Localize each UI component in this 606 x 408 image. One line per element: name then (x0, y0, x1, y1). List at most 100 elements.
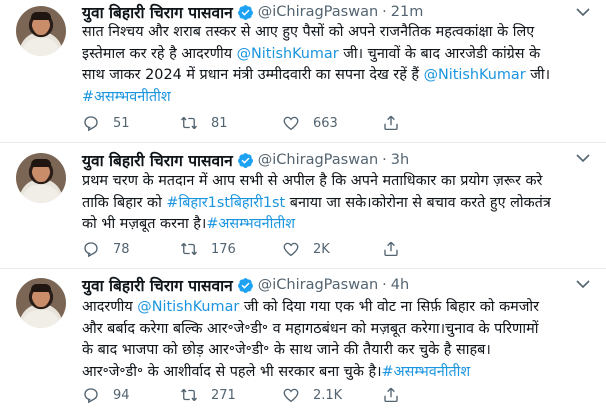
reply-button[interactable]: 94 (82, 386, 130, 404)
reply-count: 78 (113, 241, 130, 257)
tweet-actions: 94 271 2.1K (82, 385, 522, 405)
tweet-text-segment: के बाद भाजपा को छोड़ आर॰जे॰डी॰ के साथ जा… (82, 342, 491, 358)
avatar[interactable] (16, 6, 66, 56)
chevron-down-icon[interactable] (574, 5, 592, 19)
share-button[interactable] (382, 240, 400, 258)
tweet-text-segment: आदरणीय (82, 299, 138, 315)
tweet-text-line: आर॰जे॰डी॰ के आशीर्वाद से पहले भी सरकार ब… (82, 362, 594, 384)
chevron-down-icon[interactable] (574, 151, 592, 165)
like-icon (283, 388, 299, 403)
reply-button[interactable]: 51 (82, 114, 130, 132)
tweet[interactable]: युवा बिहारी चिराग पासवान @iChiragPaswan … (0, 143, 606, 269)
tweet-text-segment: को भी मज़बूत करना है। (82, 216, 207, 232)
avatar-hair (31, 159, 51, 167)
tweet-text-line: प्रथम चरण के मतदान में आप सभी से अपील है… (82, 171, 594, 193)
reply-icon (84, 116, 98, 132)
tweet-text-line: सात निश्चय और शराब तस्कर से आए हुए पैसों… (82, 22, 594, 44)
mention-link[interactable]: @NitishKumar (137, 299, 239, 315)
like-button[interactable]: 2.1K (282, 386, 342, 404)
author-handle[interactable]: @iChiragPaswan (258, 4, 378, 20)
separator-dot: · (382, 277, 387, 293)
tweet-actions: 51 81 663 (82, 113, 522, 133)
avatar-body (22, 38, 60, 56)
tweet-text-line: को भी मज़बूत करना है।#असम्भवनीतीश (82, 214, 594, 236)
tweet-text: प्रथम चरण के मतदान में आप सभी से अपील है… (82, 171, 594, 236)
retweet-button[interactable]: 81 (180, 114, 228, 132)
retweet-icon (180, 388, 198, 402)
tweet-text-segment: जी को दिया गया एक भी वोट ना सिर्फ़ बिहार… (239, 299, 540, 315)
tweet[interactable]: युवा बिहारी चिराग पासवान @iChiragPaswan … (0, 269, 606, 408)
like-button[interactable]: 663 (282, 114, 338, 132)
tweet-text-segment: जी। (525, 67, 551, 83)
tweet-text: आदरणीय @NitishKumar जी को दिया गया एक भी… (82, 297, 594, 383)
hashtag-link[interactable]: #असम्भवनीतीश (382, 364, 471, 380)
like-button[interactable]: 2K (282, 240, 330, 258)
like-icon (283, 116, 299, 131)
tweet-header: युवा बिहारी चिराग पासवान @iChiragPaswan … (82, 1, 423, 23)
tweet-time[interactable]: 4h (391, 277, 409, 293)
share-icon (384, 387, 398, 403)
tweet-header: युवा बिहारी चिराग पासवान @iChiragPaswan … (82, 274, 409, 296)
retweet-count: 271 (211, 387, 236, 403)
author-handle[interactable]: @iChiragPaswan (258, 277, 378, 293)
mention-link[interactable]: @NitishKumar (424, 67, 526, 83)
tweet-text-segment: जी। चुनावों के बाद आरजेडी कांग्रेस के (338, 45, 541, 62)
reply-icon (84, 388, 98, 404)
mention-link[interactable]: @NitishKumar (237, 46, 339, 62)
share-icon (384, 115, 398, 131)
tweet-text-segment: बनाया जा सके।कोरोना से बचाव करते हुए लोक… (285, 194, 551, 211)
separator-dot: · (382, 4, 387, 20)
retweet-count: 176 (211, 241, 236, 257)
tweet-text-line: इस्तेमाल कर रहे है आदरणीय @NitishKumar ज… (82, 44, 594, 66)
tweet-text-segment: साथ जाकर 2024 में प्रधान मंत्री उम्मीदवा… (82, 67, 424, 83)
tweet-text-line: ताकि बिहार को #बिहार1stबिहारी1st बनाया ज… (82, 193, 594, 215)
retweet-button[interactable]: 176 (180, 240, 236, 258)
hashtag-link[interactable]: #असम्भवनीतीश (82, 89, 171, 105)
hashtag-link[interactable]: #असम्भवनीतीश (206, 216, 295, 232)
like-count: 663 (313, 115, 338, 131)
avatar-body (22, 185, 60, 203)
reply-icon (84, 242, 98, 258)
avatar-body (22, 310, 60, 328)
author-name[interactable]: युवा बिहारी चिराग पासवान (82, 149, 233, 171)
author-handle[interactable]: @iChiragPaswan (258, 152, 378, 168)
retweet-icon (180, 242, 198, 256)
tweet-actions: 78 176 2K (82, 239, 522, 259)
tweet-feed: युवा बिहारी चिराग पासवान @iChiragPaswan … (0, 0, 606, 408)
verified-badge-icon (237, 4, 253, 20)
tweet-text-segment: सात निश्चय और शराब तस्कर से आए हुए पैसों… (82, 24, 535, 40)
retweet-button[interactable]: 271 (180, 386, 236, 404)
tweet-text-line: आदरणीय @NitishKumar जी को दिया गया एक भी… (82, 297, 594, 319)
reply-count: 51 (113, 115, 130, 131)
avatar[interactable] (16, 278, 66, 328)
tweet-text-line: और बर्बाद करेगा बल्कि आर॰जे॰डी॰ व महागठब… (82, 319, 594, 341)
tweet-text-segment: प्रथम चरण के मतदान में आप सभी से अपील है… (82, 173, 543, 189)
reply-button[interactable]: 78 (82, 240, 130, 258)
tweet-time[interactable]: 3h (391, 152, 409, 168)
author-name[interactable]: युवा बिहारी चिराग पासवान (82, 1, 233, 23)
tweet-text: सात निश्चय और शराब तस्कर से आए हुए पैसों… (82, 22, 594, 108)
separator-dot: · (382, 152, 387, 168)
tweet-time[interactable]: 21m (391, 4, 424, 20)
retweet-count: 81 (211, 115, 228, 131)
tweet[interactable]: युवा बिहारी चिराग पासवान @iChiragPaswan … (0, 0, 606, 143)
hashtag-link[interactable]: #बिहार1stबिहारी1st (166, 195, 285, 211)
tweet-text-segment: ताकि बिहार को (82, 194, 167, 211)
tweet-text-segment: आर॰जे॰डी॰ के आशीर्वाद से पहले भी सरकार ब… (82, 363, 382, 380)
like-count: 2K (313, 241, 330, 257)
tweet-text-segment: इस्तेमाल कर रहे है आदरणीय (82, 45, 237, 62)
share-button[interactable] (382, 114, 400, 132)
tweet-text-line: साथ जाकर 2024 में प्रधान मंत्री उम्मीदवा… (82, 65, 594, 87)
avatar-hair (31, 12, 51, 20)
retweet-icon (180, 116, 198, 130)
chevron-down-icon[interactable] (574, 277, 592, 291)
author-name[interactable]: युवा बिहारी चिराग पासवान (82, 274, 233, 296)
reply-count: 94 (113, 387, 130, 403)
verified-badge-icon (237, 152, 253, 168)
tweet-text-line: के बाद भाजपा को छोड़ आर॰जे॰डी॰ के साथ जा… (82, 340, 594, 362)
tweet-text-segment: और बर्बाद करेगा बल्कि आर॰जे॰डी॰ व महागठब… (82, 320, 539, 337)
avatar[interactable] (16, 153, 66, 203)
share-button[interactable] (382, 386, 400, 404)
like-count: 2.1K (313, 387, 343, 403)
tweet-text-line: #असम्भवनीतीश (82, 87, 594, 109)
